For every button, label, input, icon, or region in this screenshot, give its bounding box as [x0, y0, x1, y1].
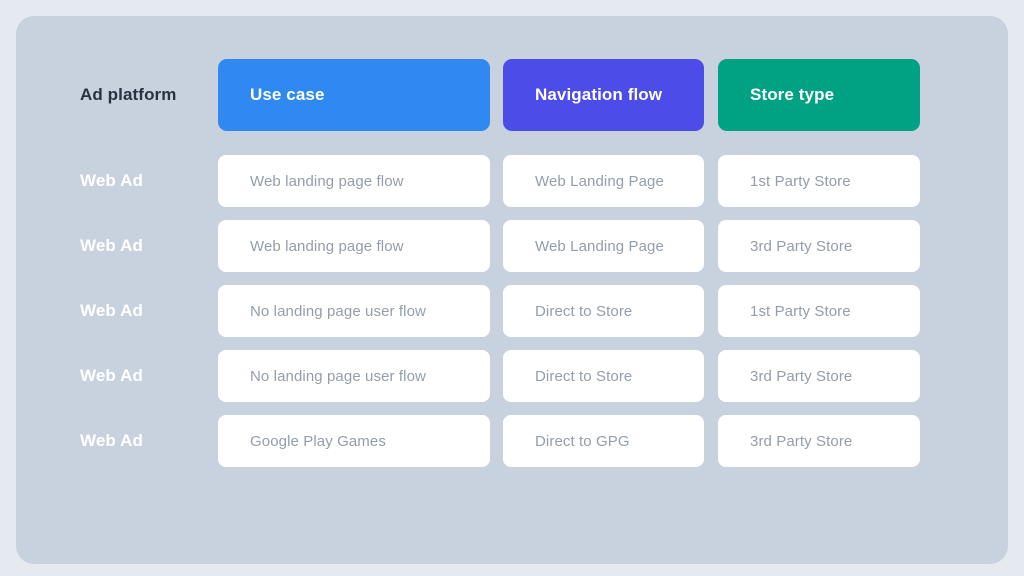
row-spacer [920, 285, 968, 337]
cell-use-case-text: No landing page user flow [250, 367, 426, 385]
row-platform-label: Web Ad [80, 171, 143, 190]
cell-store-type-text: 1st Party Store [750, 302, 851, 320]
cell-store-type-text: 1st Party Store [750, 172, 851, 190]
row-platform-label-cell: Web Ad [64, 350, 218, 402]
table-row: Web Ad No landing page user flow Direct … [64, 285, 968, 337]
cell-use-case[interactable]: Google Play Games [218, 415, 490, 467]
column-header-use-case-label: Use case [250, 85, 325, 104]
cell-store-type[interactable]: 1st Party Store [718, 285, 920, 337]
cell-store-type[interactable]: 3rd Party Store [718, 220, 920, 272]
column-header-navigation-flow[interactable]: Navigation flow [503, 59, 704, 131]
row-spacer [920, 415, 968, 467]
row-spacer [920, 155, 968, 207]
cell-navigation-flow[interactable]: Direct to Store [503, 285, 704, 337]
cell-use-case[interactable]: No landing page user flow [218, 350, 490, 402]
corner-label-cell: Ad platform [64, 59, 218, 131]
cell-store-type-text: 3rd Party Store [750, 237, 853, 255]
table-row: Web Ad Web landing page flow Web Landing… [64, 155, 968, 207]
cell-navigation-flow-text: Web Landing Page [535, 237, 664, 255]
row-platform-label: Web Ad [80, 236, 143, 255]
column-header-store-type[interactable]: Store type [718, 59, 920, 131]
screen: Ad platform Use case Navigation flow Sto… [0, 0, 1024, 576]
cell-navigation-flow-text: Web Landing Page [535, 172, 664, 190]
cell-store-type-text: 3rd Party Store [750, 432, 853, 450]
cell-use-case[interactable]: Web landing page flow [218, 220, 490, 272]
cell-use-case-text: Web landing page flow [250, 237, 404, 255]
row-platform-label-cell: Web Ad [64, 415, 218, 467]
cell-navigation-flow-text: Direct to Store [535, 302, 633, 320]
cell-use-case-text: Web landing page flow [250, 172, 404, 190]
cell-navigation-flow[interactable]: Web Landing Page [503, 155, 704, 207]
cell-use-case-text: No landing page user flow [250, 302, 426, 320]
cell-store-type-text: 3rd Party Store [750, 367, 853, 385]
row-platform-label: Web Ad [80, 431, 143, 450]
cell-navigation-flow[interactable]: Direct to GPG [503, 415, 704, 467]
column-header-navigation-flow-label: Navigation flow [535, 85, 663, 104]
row-platform-label: Web Ad [80, 366, 143, 385]
table-row: Web Ad Google Play Games Direct to GPG 3… [64, 415, 968, 467]
row-platform-label-cell: Web Ad [64, 155, 218, 207]
row-platform-label-cell: Web Ad [64, 220, 218, 272]
column-header-use-case[interactable]: Use case [218, 59, 490, 131]
table-row: Web Ad Web landing page flow Web Landing… [64, 220, 968, 272]
cell-use-case[interactable]: No landing page user flow [218, 285, 490, 337]
header-row-spacer [920, 59, 968, 131]
row-platform-label-cell: Web Ad [64, 285, 218, 337]
cell-use-case-text: Google Play Games [250, 432, 386, 450]
cell-store-type[interactable]: 3rd Party Store [718, 415, 920, 467]
table-row: Web Ad No landing page user flow Direct … [64, 350, 968, 402]
corner-label-text: Ad platform [80, 85, 177, 104]
column-header-store-type-label: Store type [750, 85, 835, 104]
row-spacer [920, 220, 968, 272]
row-platform-label: Web Ad [80, 301, 143, 320]
cell-navigation-flow-text: Direct to GPG [535, 432, 630, 450]
ad-platform-matrix: Ad platform Use case Navigation flow Sto… [64, 59, 968, 467]
cell-navigation-flow-text: Direct to Store [535, 367, 633, 385]
cell-store-type[interactable]: 1st Party Store [718, 155, 920, 207]
matrix-header-row: Ad platform Use case Navigation flow Sto… [64, 59, 968, 131]
cell-navigation-flow[interactable]: Web Landing Page [503, 220, 704, 272]
cell-store-type[interactable]: 3rd Party Store [718, 350, 920, 402]
row-spacer [920, 350, 968, 402]
cell-use-case[interactable]: Web landing page flow [218, 155, 490, 207]
cell-navigation-flow[interactable]: Direct to Store [503, 350, 704, 402]
